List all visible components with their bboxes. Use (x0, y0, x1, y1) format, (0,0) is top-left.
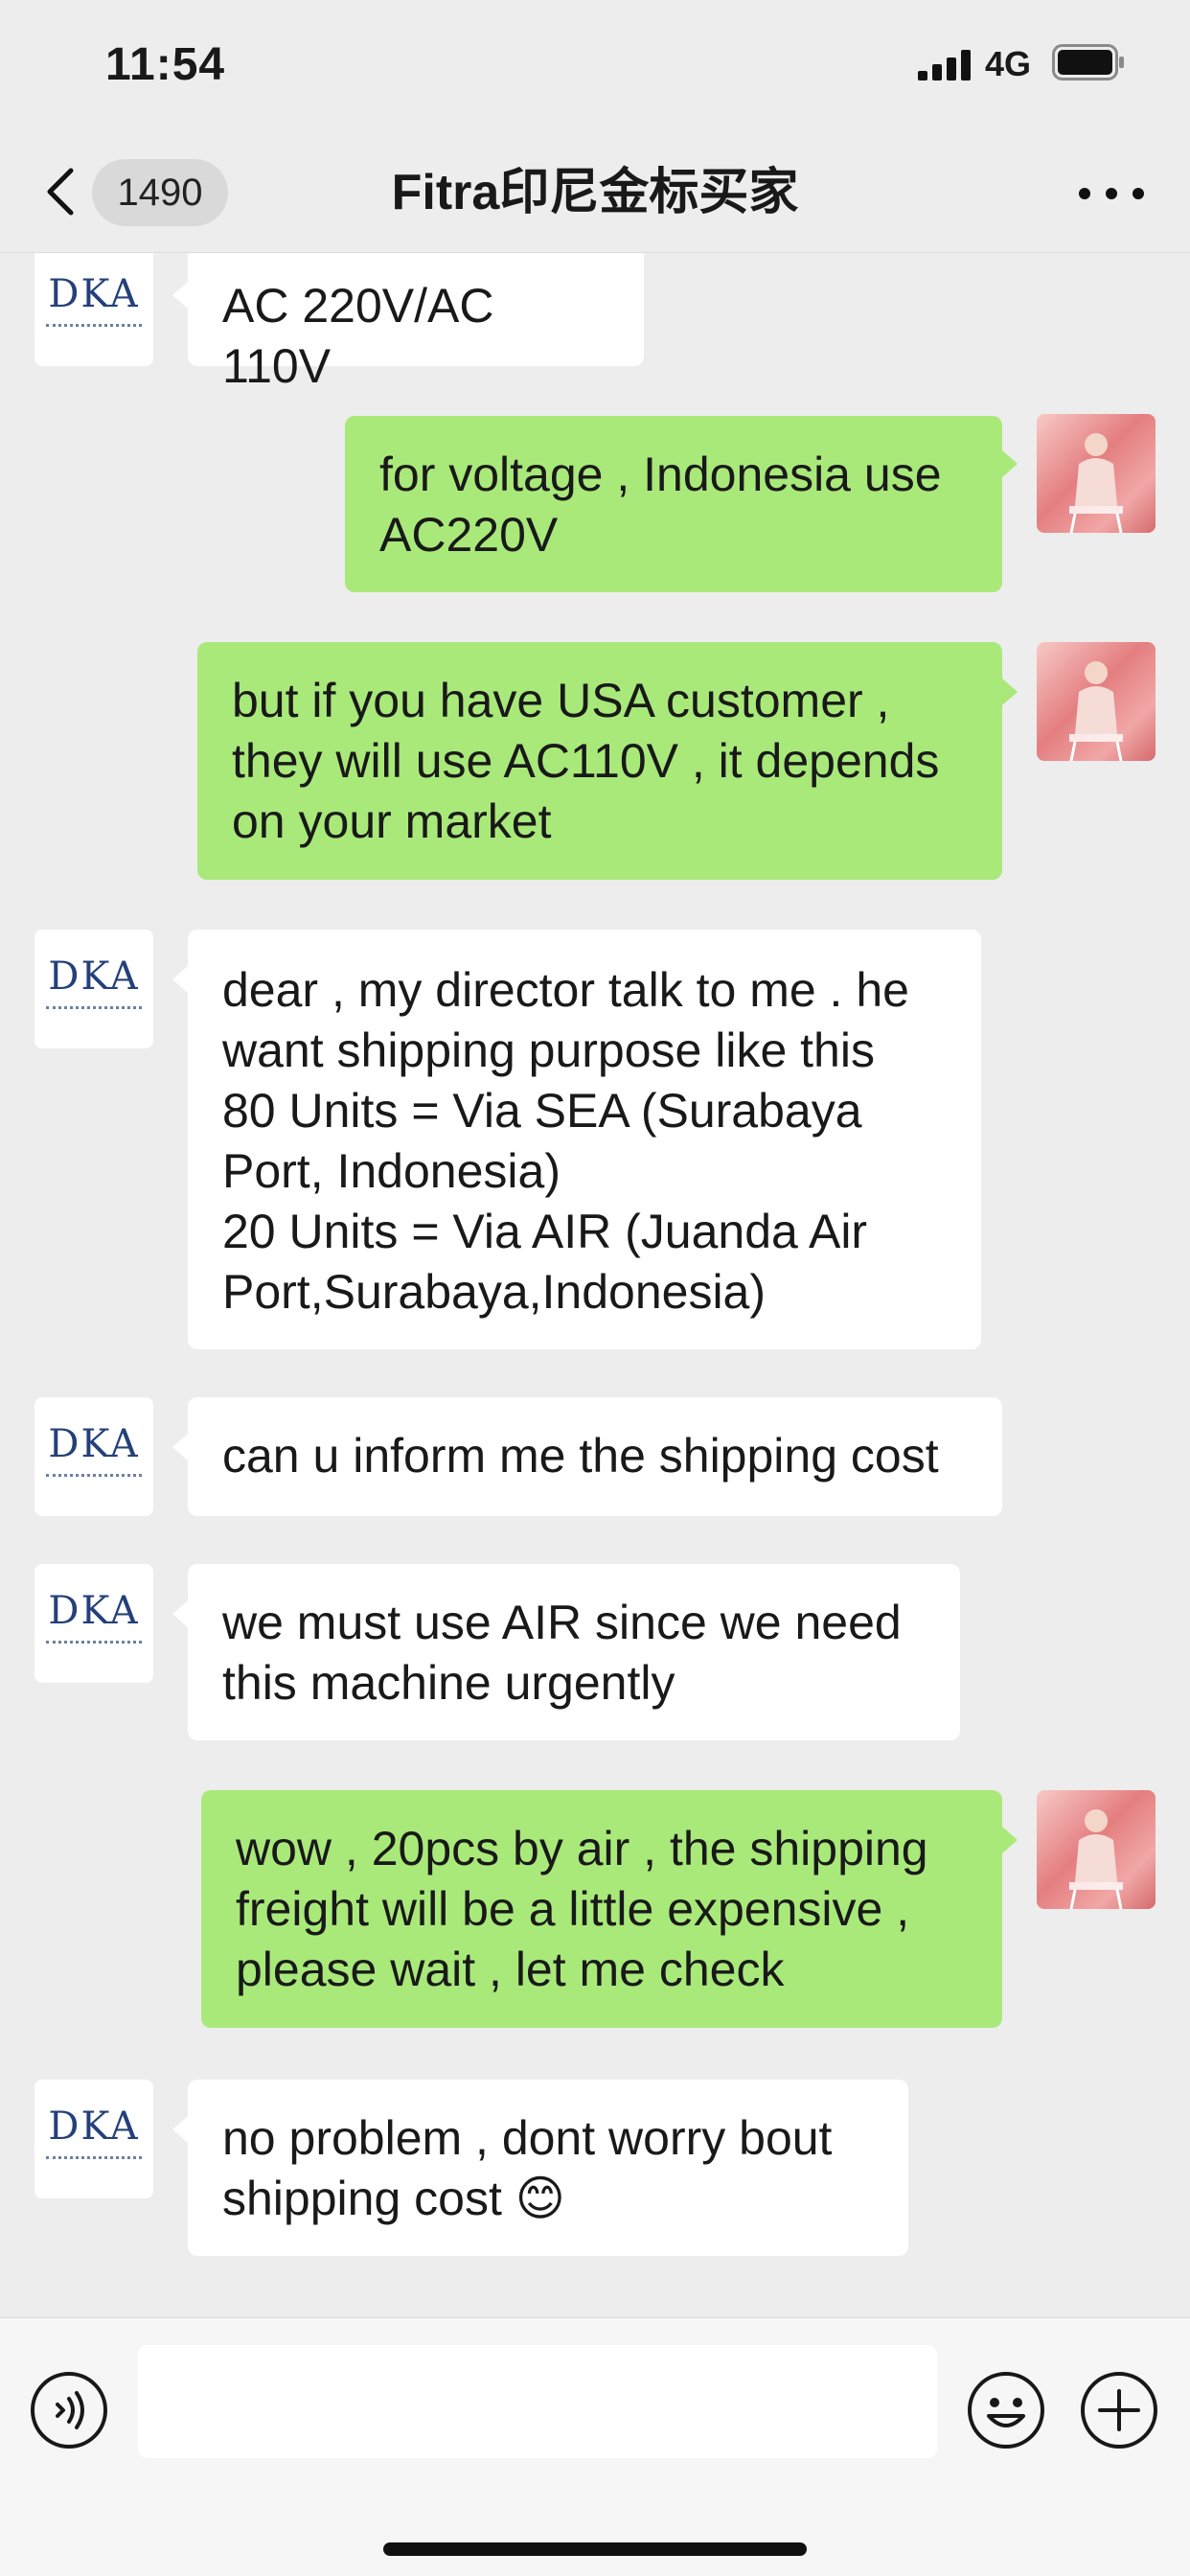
contact-avatar[interactable]: DKA (34, 930, 153, 1048)
contact-avatar[interactable]: DKA (34, 1397, 153, 1516)
chat-header: 1490 Fitra印尼金标买家 (0, 134, 1190, 253)
battery-icon (1052, 44, 1124, 80)
person-photo-icon (1069, 1809, 1123, 1909)
message-list[interactable]: DKA AC 220V/AC 110V for voltage , Indone… (0, 253, 1190, 2317)
contact-avatar[interactable]: DKA (34, 253, 153, 366)
clock: 11:54 (105, 39, 226, 90)
my-avatar[interactable] (1037, 1790, 1156, 1909)
my-avatar[interactable] (1037, 642, 1156, 761)
emoji-icon[interactable] (966, 2370, 1046, 2450)
input-bar (0, 2317, 1190, 2576)
plus-icon[interactable] (1079, 2370, 1159, 2450)
voice-input-icon[interactable] (29, 2370, 109, 2450)
message-bubble-incoming[interactable]: AC 220V/AC 110V (188, 253, 644, 393)
chat-title: Fitra印尼金标买家 (391, 165, 799, 220)
message-bubble-outgoing[interactable]: for voltage , Indonesia use AC220V (345, 416, 1002, 592)
dka-logo: DKA (48, 1422, 140, 1466)
my-avatar[interactable] (1037, 414, 1156, 533)
home-indicator[interactable] (383, 2542, 807, 2556)
message-input[interactable] (138, 2345, 937, 2458)
person-photo-icon (1069, 661, 1123, 761)
status-bar: 11:54 4G (0, 0, 1190, 134)
dka-logo: DKA (48, 272, 140, 316)
message-bubble-outgoing[interactable]: wow , 20pcs by air , the shipping freigh… (201, 1790, 1002, 2028)
more-options-icon[interactable] (1077, 186, 1146, 201)
person-photo-icon (1069, 433, 1123, 533)
dka-logo: DKA (48, 1589, 140, 1633)
message-bubble-outgoing[interactable]: but if you have USA customer , they will… (197, 642, 1002, 880)
message-bubble-incoming[interactable]: dear , my director talk to me . he want … (188, 930, 981, 1349)
message-bubble-incoming[interactable]: no problem , dont worry bout shipping co… (188, 2080, 908, 2256)
dka-logo: DKA (48, 954, 140, 999)
network-type: 4G (985, 44, 1032, 83)
contact-avatar[interactable]: DKA (34, 1564, 153, 1683)
dka-logo: DKA (48, 2104, 140, 2149)
cellular-signal-icon (918, 50, 971, 80)
message-bubble-incoming[interactable]: can u inform me the shipping cost (188, 1397, 1002, 1516)
contact-avatar[interactable]: DKA (34, 2080, 153, 2198)
message-bubble-incoming[interactable]: we must use AIR since we need this machi… (188, 1564, 960, 1740)
